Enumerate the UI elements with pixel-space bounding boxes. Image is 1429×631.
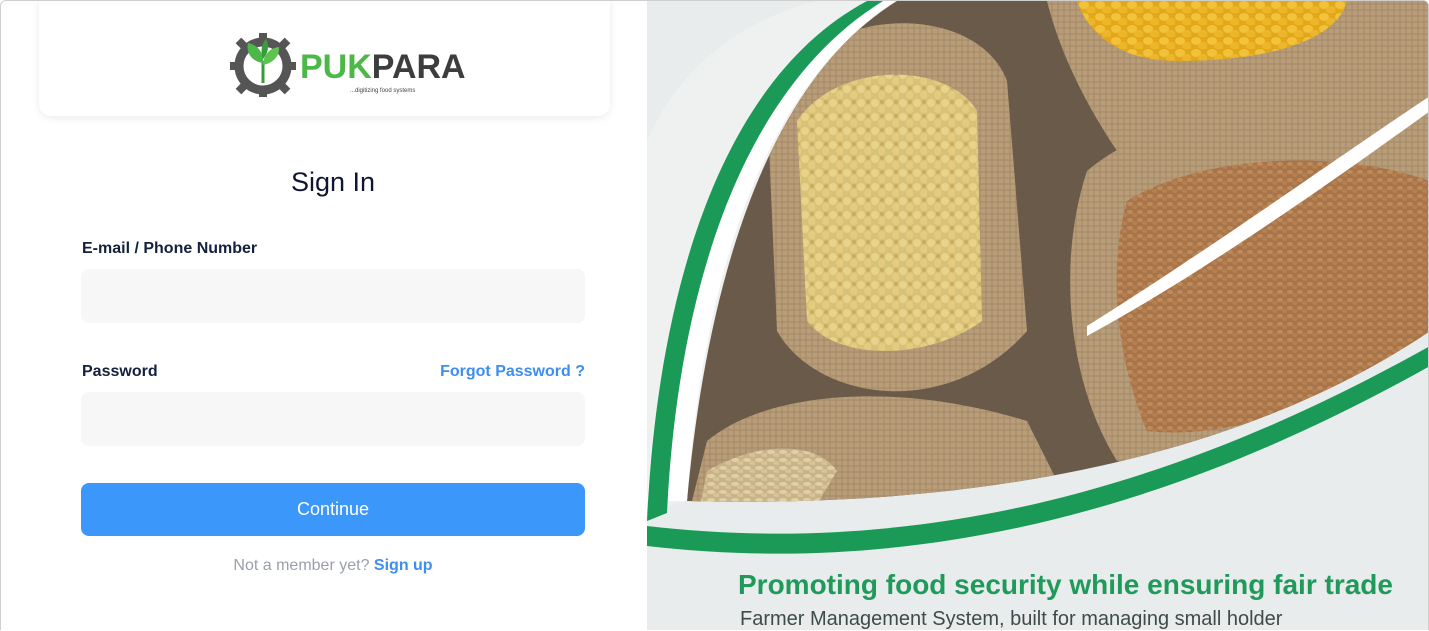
- logo-wordmark: PUKPARA: [300, 47, 466, 87]
- forgot-password-link[interactable]: Forgot Password ?: [440, 363, 585, 381]
- password-field[interactable]: [81, 392, 585, 446]
- hero-subtext: Farmer Management System, built for mana…: [740, 608, 1283, 630]
- page-title: Sign In: [290, 167, 376, 197]
- logo-word-para: PARA: [371, 48, 466, 86]
- logo-word-puk: PUK: [300, 48, 372, 86]
- continue-button[interactable]: Continue: [81, 483, 585, 536]
- app-window: PUKPARA ...digitizing food systems Sign …: [0, 0, 1429, 630]
- hero-panel: Promoting food security while ensuring f…: [647, 1, 1428, 630]
- signup-link[interactable]: Sign up: [374, 557, 433, 574]
- grain-sacks-illustration: [647, 1, 1428, 630]
- email-field[interactable]: [81, 269, 585, 323]
- signup-prompt: Not a member yet?: [233, 557, 370, 574]
- gear-leaf-icon: [230, 33, 296, 97]
- logo-card: PUKPARA ...digitizing food systems: [39, 1, 610, 116]
- pukpara-logo: PUKPARA ...digitizing food systems: [230, 33, 466, 109]
- sign-in-panel: PUKPARA ...digitizing food systems Sign …: [1, 1, 647, 630]
- email-label: E-mail / Phone Number: [82, 240, 258, 257]
- password-label: Password: [82, 363, 158, 380]
- logo-tagline: ...digitizing food systems: [350, 88, 416, 94]
- signup-row: Not a member yet? Sign up: [1, 557, 665, 575]
- hero-headline: Promoting food security while ensuring f…: [738, 569, 1393, 600]
